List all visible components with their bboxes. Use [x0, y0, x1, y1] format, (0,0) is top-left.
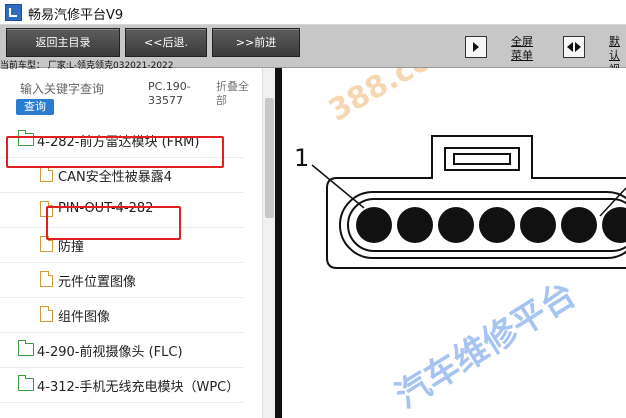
connector-pins — [356, 207, 626, 243]
tree-item-component-image[interactable]: 组件图像 — [0, 297, 244, 333]
document-icon — [40, 306, 53, 322]
connector-latch — [444, 147, 520, 171]
default-view-icon[interactable] — [563, 36, 585, 58]
document-icon — [40, 166, 53, 182]
collapse-all-line1: 折叠全 — [216, 80, 249, 93]
fullscreen-label-line1: 全屏 — [511, 35, 533, 48]
highlight-frame-pinout — [46, 206, 181, 240]
connector-pin — [438, 207, 474, 243]
connector-diagram: 1 — [294, 135, 626, 269]
title-bar: 畅易汽修平台V9 — [0, 0, 626, 25]
panel-divider[interactable] — [275, 68, 282, 418]
app-title: 畅易汽修平台V9 — [28, 8, 124, 23]
connector-pin — [479, 207, 515, 243]
back-button[interactable]: <<后退. — [125, 28, 207, 57]
highlight-frame-frm — [6, 136, 224, 168]
connector-outline — [326, 135, 626, 269]
tree-item-wpc[interactable]: 4-312-手机无线充电模块（WPC） — [0, 367, 244, 403]
query-button[interactable]: 查询 — [16, 99, 54, 115]
folder-icon — [18, 340, 34, 356]
forward-button[interactable]: >>前进 — [212, 28, 300, 57]
fullscreen-label-line2: 菜单 — [511, 49, 533, 62]
tree-item-label: 元件位置图像 — [58, 275, 137, 290]
collapse-all-line2: 部 — [216, 94, 227, 107]
home-button[interactable]: 返回主目录 — [6, 28, 120, 57]
pin-number-label: 1 — [294, 144, 309, 172]
connector-pin — [356, 207, 392, 243]
tree-panel: 4-282-前方雷达模块 (FRM) CAN安全性被暴露4 PIN-OUT-4-… — [0, 122, 262, 418]
tree-scrollbar[interactable] — [262, 68, 276, 418]
tree-item-component-location[interactable]: 元件位置图像 — [0, 262, 244, 298]
connector-pin — [602, 207, 626, 243]
tree-item-label: 4-312-手机无线充电模块（WPC） — [37, 380, 240, 395]
fullscreen-icon[interactable] — [465, 36, 487, 58]
search-input[interactable]: 输入关键字查询 — [20, 80, 104, 97]
pc-code: PC.190- 33577 — [148, 80, 191, 108]
connector-pin — [520, 207, 556, 243]
connector-pin — [561, 207, 597, 243]
tree-item-label: 组件图像 — [58, 310, 111, 325]
document-icon — [40, 271, 53, 287]
pc-code-line1: PC.190- — [148, 80, 191, 93]
fullscreen-menu-link[interactable]: 全屏 菜单 — [511, 35, 533, 63]
tree-item-label: 4-290-前视摄像头 (FLC) — [37, 345, 183, 360]
default-view-label-line1: 默认 — [609, 35, 620, 62]
app-logo-icon — [5, 4, 22, 21]
diagram-viewer[interactable]: 1 388.com 汽车维修平台 — [282, 68, 626, 418]
folder-icon — [18, 375, 34, 391]
tree-item-flc[interactable]: 4-290-前视摄像头 (FLC) — [0, 332, 244, 368]
scroll-thumb[interactable] — [265, 98, 274, 218]
tree-item-label: CAN安全性被暴露4 — [58, 170, 172, 185]
pc-code-line2: 33577 — [148, 94, 183, 107]
connector-latch-inner — [453, 153, 511, 165]
search-panel: 输入关键字查询 查询 PC.190- 33577 折叠全 部 — [0, 70, 262, 120]
connector-pin — [397, 207, 433, 243]
collapse-all-link[interactable]: 折叠全 部 — [216, 80, 249, 108]
pin-1-leader-line — [311, 164, 365, 209]
